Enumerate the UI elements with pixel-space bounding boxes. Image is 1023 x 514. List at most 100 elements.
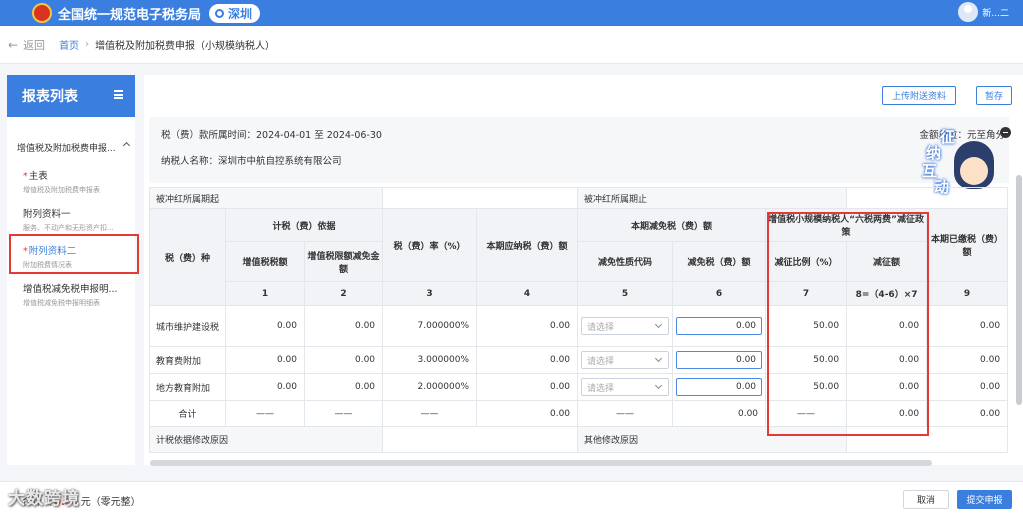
- sidebar-group-label: 增值税及附加税费申报...: [17, 144, 116, 154]
- app-title: 全国统一规范电子税务局: [58, 7, 202, 23]
- back-arrow-icon: ←: [8, 37, 19, 52]
- total-paid: 0.00: [926, 400, 1009, 427]
- user-name: 新...二: [982, 8, 1009, 19]
- dash-cell: ——: [303, 400, 384, 427]
- column-number: 2: [303, 281, 384, 306]
- chevron-up-icon: [122, 141, 131, 150]
- breadcrumb: ← 返回 首页 › 增值税及附加税费申报（小规模纳税人）: [0, 26, 1023, 64]
- sidebar-item-sub: 服务、不动产和无形资产扣...: [23, 224, 114, 232]
- menu-icon[interactable]: [114, 90, 123, 99]
- cancel-button[interactable]: 取消: [903, 490, 949, 509]
- city-selector[interactable]: 深圳: [209, 3, 261, 23]
- chevron-down-icon: [654, 354, 663, 363]
- vat-amount-cell: 0.00: [225, 346, 305, 374]
- header-payable: 本期应纳税（费）额: [476, 208, 579, 282]
- sidebar-title: 报表列表: [22, 89, 78, 105]
- offset-start-label: 被冲红所属期起: [149, 187, 384, 209]
- sidebar-item-label: 增值税减免税申报明...: [23, 284, 118, 295]
- tax-period: 税（费）款所属时间：2024-04-01 至 2024-06-30: [161, 130, 382, 141]
- info-panel: 税（费）款所属时间：2024-04-01 至 2024-06-30 纳税人名称：…: [149, 117, 1009, 183]
- dash-cell: ——: [382, 400, 478, 427]
- header-paid: 本期已缴税（费）额: [926, 208, 1009, 282]
- sidebar-item-sub: 增值税减免税申报明细表: [23, 299, 100, 307]
- watermark-logo: 大数跨境: [8, 489, 80, 509]
- taxpayer-name: 纳税人名称：深圳市中航自控系统有限公司: [161, 156, 342, 167]
- header-basis: 计税（费）依据: [224, 208, 384, 242]
- column-number: 5: [577, 281, 674, 306]
- sidebar-item-sub: 增值税及附加税费申报表: [23, 186, 100, 194]
- paid-cell: 0.00: [926, 305, 1009, 347]
- header-rate: 税（费）率（%）: [382, 208, 478, 282]
- reduction-code-select[interactable]: 请选择: [581, 351, 670, 369]
- back-label: 返回: [23, 38, 46, 52]
- back-button[interactable]: ← 返回: [8, 37, 45, 53]
- horizontal-scrollbar[interactable]: [150, 460, 932, 466]
- offset-start-value[interactable]: [382, 187, 579, 209]
- sidebar-item-main-form[interactable]: *主表 增值税及附加税费申报表: [23, 168, 131, 195]
- header-reduction-code: 减免性质代码: [577, 241, 674, 282]
- reduction-amount-input[interactable]: 0.00: [676, 317, 763, 335]
- row-tax-name: 地方教育附加: [149, 373, 226, 401]
- column-number: 4: [476, 281, 579, 306]
- credit-reduction-cell: 0.00: [303, 305, 384, 347]
- sidebar-item-label: 附列资料一: [23, 209, 71, 220]
- policy-highlight-box: [767, 212, 929, 436]
- offset-end-label: 被冲红所属期止: [577, 187, 848, 209]
- submit-declaration-button[interactable]: 提交申报: [957, 490, 1012, 509]
- breadcrumb-separator: ›: [85, 39, 90, 50]
- dash-cell: ——: [225, 400, 305, 427]
- reduction-amount-input[interactable]: 0.00: [676, 378, 763, 396]
- sidebar-group-vat[interactable]: 增值税及附加税费申报...: [17, 141, 131, 154]
- breadcrumb-home-link[interactable]: 首页: [59, 37, 79, 52]
- total-label: 合计: [149, 400, 226, 427]
- payable-cell: 0.00: [476, 346, 579, 374]
- chevron-down-icon: [654, 320, 663, 329]
- basis-reason-label: 计税依据修改原因: [149, 426, 384, 453]
- column-number: 1: [225, 281, 305, 306]
- header-reduction: 本期减免税（费）额: [577, 208, 767, 242]
- paid-cell: 0.00: [926, 373, 1009, 401]
- top-bar: 全国统一规范电子税务局 深圳 新...二: [0, 0, 1023, 26]
- breadcrumb-current: 增值税及附加税费申报（小规模纳税人）: [95, 41, 276, 52]
- header-vat-amount: 增值税税额: [225, 241, 305, 282]
- sidebar-item-reduction-detail[interactable]: 增值税减免税申报明... 增值税减免税申报明细表: [23, 281, 131, 308]
- mascot-face-icon: [960, 157, 988, 185]
- user-menu[interactable]: 新...二: [958, 2, 1009, 22]
- column-number: 6: [672, 281, 767, 306]
- report-list-sidebar: 报表列表 增值税及附加税费申报... *主表 增值税及附加税费申报表 附列资料一…: [7, 75, 139, 465]
- upload-attachments-button[interactable]: 上传附送资料: [882, 86, 956, 105]
- basis-reason-input[interactable]: [382, 426, 579, 453]
- required-marker: *: [23, 171, 28, 182]
- save-draft-button[interactable]: 暂存: [976, 86, 1012, 105]
- column-number: 3: [382, 281, 478, 306]
- payable-cell: 0.00: [476, 373, 579, 401]
- vat-amount-cell: 0.00: [225, 305, 305, 347]
- sidebar-header: 报表列表: [7, 75, 135, 117]
- reduction-code-select[interactable]: 请选择: [581, 317, 670, 335]
- tax-emblem-icon: [32, 3, 52, 23]
- header-vat-credit-reduction: 增值税限额减免金额: [303, 241, 384, 282]
- rate-cell: 7.000000%: [382, 305, 478, 347]
- reduction-amount-input[interactable]: 0.00: [676, 351, 763, 369]
- header-reduction-amount: 减免税（费）额: [672, 241, 767, 282]
- credit-reduction-cell: 0.00: [303, 346, 384, 374]
- total-payable: 0.00: [476, 400, 579, 427]
- sidebar-item-schedule-1[interactable]: 附列资料一 服务、不动产和无形资产扣...: [23, 206, 131, 233]
- row-tax-name: 教育费附加: [149, 346, 226, 374]
- rate-cell: 3.000000%: [382, 346, 478, 374]
- vat-amount-cell: 0.00: [225, 373, 305, 401]
- vertical-scrollbar[interactable]: [1016, 175, 1022, 405]
- header-tax-type: 税（费）种: [149, 208, 226, 306]
- city-label: 深圳: [228, 6, 253, 21]
- row-tax-name: 城市维护建设税: [149, 305, 226, 347]
- bottom-action-bar: 合计（ 0.00 元（零元整） 大数跨境 取消 提交申报: [0, 481, 1023, 514]
- reduction-code-select[interactable]: 请选择: [581, 378, 670, 396]
- total-reduction: 0.00: [672, 400, 767, 427]
- chevron-down-icon: [654, 381, 663, 390]
- payable-cell: 0.00: [476, 305, 579, 347]
- paid-cell: 0.00: [926, 346, 1009, 374]
- offset-end-value[interactable]: [846, 187, 1009, 209]
- active-item-highlight: [9, 234, 139, 274]
- column-number: 9: [926, 281, 1009, 306]
- avatar: [958, 2, 979, 22]
